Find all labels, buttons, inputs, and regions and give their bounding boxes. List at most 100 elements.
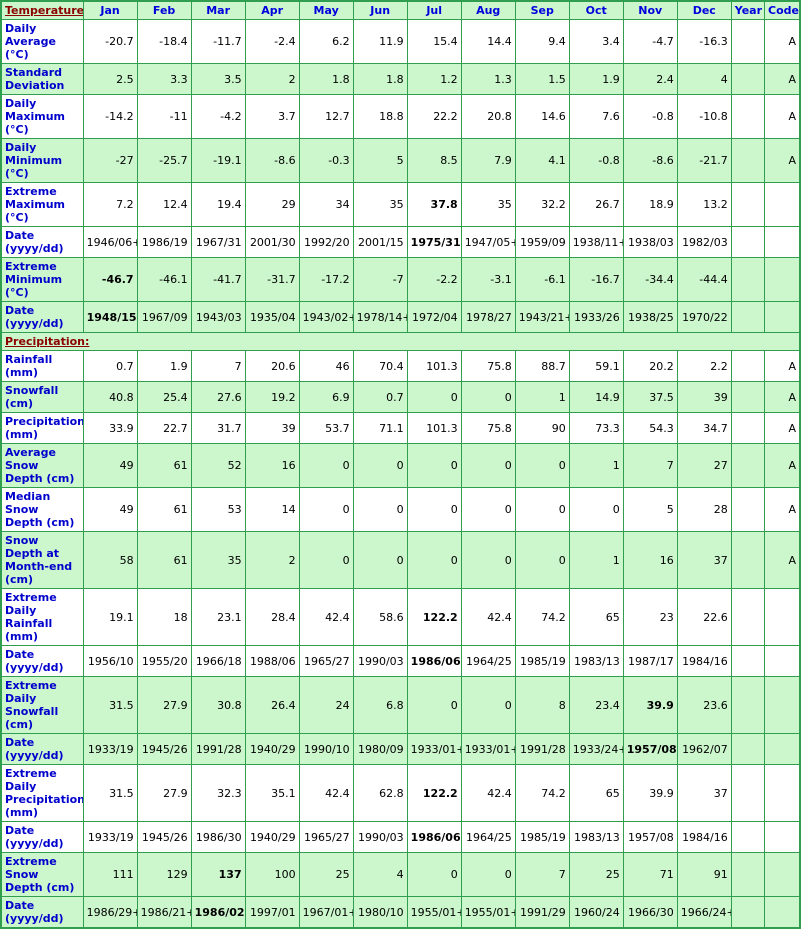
cell-jan: 2.5 — [82, 63, 138, 95]
cell-jul: 0 — [406, 531, 462, 589]
cell-sep: 1991/29 — [514, 896, 570, 929]
cell-mar: 7 — [190, 350, 246, 382]
cell-aug: 0 — [460, 443, 516, 488]
cell-jul: 1975/31 — [406, 226, 462, 258]
cell-apr: 20.6 — [244, 350, 300, 382]
cell-jul: 0 — [406, 676, 462, 734]
cell-jul: 15.4 — [406, 19, 462, 64]
cell-jun: 6.8 — [352, 676, 408, 734]
cell-mar: 1991/28 — [190, 733, 246, 765]
cell-code — [764, 645, 801, 677]
cell-code: A — [764, 19, 801, 64]
cell-jun: 1980/10 — [352, 896, 408, 929]
cell-nov: -34.4 — [622, 257, 678, 302]
cell-dec: 22.6 — [676, 588, 732, 646]
table-row: Date (yyyy/dd) 1946/06+ 1986/19 1967/31 2001… — [0, 226, 801, 258]
row-label: Date (yyyy/dd) — [0, 821, 84, 853]
column-header-year: Year — [730, 0, 766, 20]
cell-may: 42.4 — [298, 588, 354, 646]
cell-code — [764, 896, 801, 929]
table-row: Snowfall (cm) 40.8 25.4 27.6 19.2 6.9 0.7 0 0 1 14… — [0, 381, 801, 413]
cell-jan: 49 — [82, 487, 138, 532]
cell-mar: 19.4 — [190, 182, 246, 227]
cell-aug: 0 — [460, 531, 516, 589]
cell-code — [764, 733, 801, 765]
table-row: Extreme Minimum (°C) -46.7 -46.1 -41.7 -31.7… — [0, 257, 801, 302]
cell-year — [730, 381, 766, 413]
table-row: Daily Average (°C) -20.7 -18.4 -11.7 -2.4 6.2… — [0, 19, 801, 64]
cell-mar: 1986/30 — [190, 821, 246, 853]
cell-jun: 35 — [352, 182, 408, 227]
cell-aug: 1964/25 — [460, 821, 516, 853]
cell-jul: 22.2 — [406, 94, 462, 139]
cell-jan: 111 — [82, 852, 138, 897]
column-header-jan: Jan — [82, 0, 138, 20]
column-header-jul: Jul — [406, 0, 462, 20]
cell-apr: 1935/04 — [244, 301, 300, 333]
cell-sep: 1943/21+ — [514, 301, 570, 333]
cell-jan: 31.5 — [82, 764, 138, 822]
cell-dec: 28 — [676, 487, 732, 532]
column-header-jun: Jun — [352, 0, 408, 20]
cell-apr: 1997/01 — [244, 896, 300, 929]
cell-jun: 1978/14+ — [352, 301, 408, 333]
cell-oct: 7.6 — [568, 94, 624, 139]
cell-year — [730, 257, 766, 302]
cell-jul: 0 — [406, 443, 462, 488]
cell-feb: 1945/26 — [136, 733, 192, 765]
cell-may: 1992/20 — [298, 226, 354, 258]
cell-apr: 14 — [244, 487, 300, 532]
cell-code: A — [764, 412, 801, 444]
cell-may: -17.2 — [298, 257, 354, 302]
cell-sep: 88.7 — [514, 350, 570, 382]
cell-sep: 1.5 — [514, 63, 570, 95]
row-label: Average Snow Depth (cm) — [0, 443, 84, 488]
cell-mar: 27.6 — [190, 381, 246, 413]
cell-may: 42.4 — [298, 764, 354, 822]
cell-dec: 1982/03 — [676, 226, 732, 258]
cell-jun: 1990/03 — [352, 645, 408, 677]
cell-year — [730, 443, 766, 488]
column-header-aug: Aug — [460, 0, 516, 20]
cell-jul: 122.2 — [406, 764, 462, 822]
table-row: Date (yyyy/dd) 1956/10 1955/20 1966/18 1988/… — [0, 645, 801, 677]
cell-mar: -4.2 — [190, 94, 246, 139]
row-label: Standard Deviation — [0, 63, 84, 95]
table-row: Median Snow Depth (cm) 49 61 53 14 0 0 0 0 0 0 5 28 A — [0, 487, 801, 532]
cell-dec: 1962/07 — [676, 733, 732, 765]
table-row: Date (yyyy/dd)1948/15+1967/091943/031935… — [0, 301, 801, 333]
cell-oct: 65 — [568, 588, 624, 646]
cell-nov: 1957/08 — [622, 821, 678, 853]
cell-oct: 1933/26 — [568, 301, 624, 333]
cell-code — [764, 852, 801, 897]
cell-dec: 1970/22 — [676, 301, 732, 333]
cell-mar: 3.5 — [190, 63, 246, 95]
cell-jul: 0 — [406, 487, 462, 532]
cell-oct: 73.3 — [568, 412, 624, 444]
row-label: Snowfall (cm) — [0, 381, 84, 413]
cell-oct: 0 — [568, 487, 624, 532]
cell-nov: -0.8 — [622, 94, 678, 139]
cell-dec: 37 — [676, 764, 732, 822]
cell-mar: 1967/31 — [190, 226, 246, 258]
cell-nov: 16 — [622, 531, 678, 589]
column-header-nov: Nov — [622, 0, 678, 20]
cell-year — [730, 588, 766, 646]
cell-dec: 1984/16 — [676, 645, 732, 677]
cell-sep: 32.2 — [514, 182, 570, 227]
cell-oct: 1 — [568, 443, 624, 488]
cell-sep: 8 — [514, 676, 570, 734]
row-label: Date (yyyy/dd) — [0, 226, 84, 258]
cell-may: 6.2 — [298, 19, 354, 64]
section-title-precipitation: Precipitation: — [0, 332, 801, 351]
column-header-feb: Feb — [136, 0, 192, 20]
cell-apr: 29 — [244, 182, 300, 227]
cell-jun: 0 — [352, 443, 408, 488]
cell-jan: -20.7 — [82, 19, 138, 64]
cell-sep: 74.2 — [514, 764, 570, 822]
cell-aug: 7.9 — [460, 138, 516, 183]
cell-nov: 54.3 — [622, 412, 678, 444]
cell-sep: 1991/28 — [514, 733, 570, 765]
cell-oct: 3.4 — [568, 19, 624, 64]
cell-year — [730, 19, 766, 64]
